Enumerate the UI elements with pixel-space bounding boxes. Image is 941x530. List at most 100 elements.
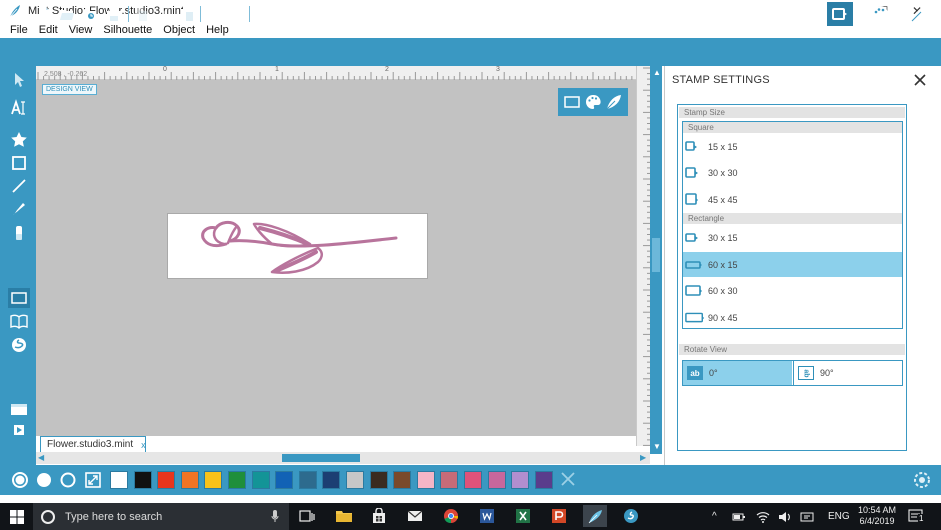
size-option-square-15x15[interactable]: 15 x 15 bbox=[683, 134, 902, 159]
volume-icon[interactable] bbox=[778, 503, 792, 530]
sketch-leaf-icon[interactable] bbox=[906, 2, 932, 26]
shape-star-tool-icon[interactable] bbox=[8, 130, 30, 150]
silhouette-store-icon[interactable] bbox=[8, 335, 30, 355]
text-tool-icon[interactable] bbox=[8, 98, 30, 118]
rectangle-tool-icon[interactable] bbox=[8, 153, 30, 173]
print-icon[interactable] bbox=[104, 4, 124, 24]
excel-icon[interactable] bbox=[511, 505, 535, 527]
color-swatch[interactable] bbox=[228, 471, 246, 489]
menu-edit[interactable]: Edit bbox=[39, 24, 58, 36]
color-swatch[interactable] bbox=[488, 471, 506, 489]
fill-circle-icon[interactable] bbox=[35, 471, 53, 489]
pen-tool-icon[interactable] bbox=[8, 199, 30, 219]
trace-icon[interactable] bbox=[709, 2, 735, 26]
scroll-right-icon[interactable]: ▶ bbox=[640, 453, 646, 462]
start-button[interactable] bbox=[4, 503, 30, 530]
close-panel-icon[interactable] bbox=[912, 72, 928, 88]
close-tab-icon[interactable]: x bbox=[141, 440, 146, 450]
system-clock[interactable]: 10:54 AM 6/4/2019 bbox=[852, 505, 902, 527]
zoom-out-icon[interactable] bbox=[276, 4, 296, 24]
undo-icon[interactable] bbox=[204, 4, 224, 24]
mint-studio-task-icon[interactable] bbox=[583, 505, 607, 527]
rotate-0-option[interactable]: ab 0° bbox=[683, 361, 792, 385]
zoom-select-icon[interactable] bbox=[299, 4, 319, 24]
canvas-rect-tool-icon[interactable] bbox=[8, 288, 30, 308]
rotate-90-option[interactable]: ab 90° bbox=[793, 361, 902, 385]
stamp-settings-icon[interactable] bbox=[827, 2, 853, 26]
color-swatch[interactable] bbox=[252, 471, 270, 489]
tray-misc-icon[interactable] bbox=[800, 503, 814, 530]
vertical-scroll-thumb[interactable] bbox=[652, 238, 660, 272]
resize-icon[interactable] bbox=[84, 471, 102, 489]
menu-file[interactable]: File bbox=[10, 24, 28, 36]
line-style-icon[interactable] bbox=[630, 2, 656, 26]
language-indicator[interactable]: ENG bbox=[828, 503, 850, 530]
flower-sketch[interactable] bbox=[168, 214, 429, 280]
color-swatch[interactable] bbox=[157, 471, 175, 489]
silhouette-app-icon[interactable] bbox=[619, 505, 643, 527]
text-style-icon[interactable] bbox=[669, 2, 695, 26]
fill-circle-large-icon[interactable] bbox=[11, 471, 29, 489]
vertical-scrollbar[interactable] bbox=[650, 66, 662, 454]
fit-page-icon[interactable] bbox=[369, 4, 389, 24]
color-swatch[interactable] bbox=[275, 471, 293, 489]
chrome-icon[interactable] bbox=[439, 505, 463, 527]
file-explorer-icon[interactable] bbox=[332, 505, 356, 527]
color-swatch[interactable] bbox=[322, 471, 340, 489]
send-to-cutter-icon[interactable] bbox=[8, 399, 30, 419]
scroll-down-icon[interactable]: ▼ bbox=[653, 442, 661, 451]
stamp-frame-icon[interactable] bbox=[562, 92, 582, 112]
paste-icon[interactable] bbox=[177, 4, 197, 24]
stamp-artboard[interactable] bbox=[167, 213, 428, 279]
zoom-fit-icon[interactable] bbox=[346, 4, 366, 24]
scroll-left-icon[interactable]: ◀ bbox=[38, 453, 44, 462]
menu-object[interactable]: Object bbox=[163, 24, 195, 36]
select-tool-icon[interactable] bbox=[8, 70, 30, 90]
eraser-tool-icon[interactable] bbox=[8, 223, 30, 243]
size-option-rect-60x30[interactable]: 60 x 30 bbox=[683, 278, 902, 303]
word-icon[interactable] bbox=[475, 505, 499, 527]
pan-icon[interactable] bbox=[322, 4, 342, 24]
document-tab[interactable]: Flower.studio3.mint x bbox=[40, 436, 146, 452]
color-swatch[interactable] bbox=[464, 471, 482, 489]
color-swatch[interactable] bbox=[110, 471, 128, 489]
color-swatch[interactable] bbox=[535, 471, 553, 489]
open-folder-icon[interactable] bbox=[57, 4, 77, 24]
color-swatch[interactable] bbox=[299, 471, 317, 489]
leaf-icon[interactable] bbox=[604, 92, 624, 112]
color-palette-icon[interactable] bbox=[867, 2, 893, 26]
settings-gear-icon[interactable] bbox=[912, 470, 932, 490]
color-swatch[interactable] bbox=[134, 471, 152, 489]
zoom-in-icon[interactable] bbox=[252, 4, 272, 24]
tray-chevron-icon[interactable]: ^ bbox=[712, 503, 717, 530]
new-file-icon[interactable] bbox=[34, 4, 54, 24]
color-swatch[interactable] bbox=[204, 471, 222, 489]
size-option-square-45x45[interactable]: 45 x 45 bbox=[683, 187, 902, 212]
crop-icon[interactable] bbox=[748, 2, 774, 26]
cut-icon[interactable] bbox=[154, 4, 174, 24]
powerpoint-icon[interactable] bbox=[547, 505, 571, 527]
play-icon[interactable] bbox=[8, 420, 30, 440]
offset-icon[interactable] bbox=[788, 2, 814, 26]
open-recent-icon[interactable] bbox=[80, 4, 100, 24]
redo-icon[interactable] bbox=[227, 4, 247, 24]
horizontal-scroll-thumb[interactable] bbox=[282, 454, 360, 462]
line-tool-icon[interactable] bbox=[8, 176, 30, 196]
copy-icon[interactable] bbox=[131, 4, 151, 24]
taskbar-search[interactable]: Type here to search bbox=[33, 503, 289, 530]
size-option-rect-90x45[interactable]: 90 x 45 bbox=[683, 305, 902, 330]
size-option-rect-60x15[interactable]: 60 x 15 bbox=[683, 252, 902, 277]
menu-silhouette[interactable]: Silhouette bbox=[103, 24, 152, 36]
color-swatch[interactable] bbox=[370, 471, 388, 489]
menu-help[interactable]: Help bbox=[206, 24, 229, 36]
library-book-icon[interactable] bbox=[8, 311, 30, 331]
notification-center-icon[interactable]: 1 bbox=[908, 508, 925, 524]
store-icon[interactable] bbox=[367, 505, 391, 527]
color-swatch[interactable] bbox=[346, 471, 364, 489]
size-option-rect-30x15[interactable]: 30 x 15 bbox=[683, 225, 902, 250]
color-swatch[interactable] bbox=[181, 471, 199, 489]
no-color-icon[interactable] bbox=[559, 470, 577, 488]
size-option-square-30x30[interactable]: 30 x 30 bbox=[683, 160, 902, 185]
scroll-up-icon[interactable]: ▲ bbox=[653, 68, 661, 77]
color-swatch[interactable] bbox=[511, 471, 529, 489]
